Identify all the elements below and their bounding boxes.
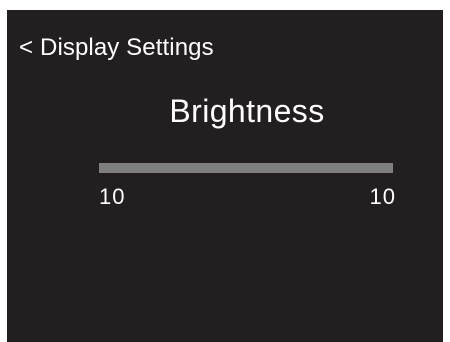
settings-screen: < Display Settings Brightness 10 10 — [7, 10, 443, 342]
slider-min-value: 10 — [99, 184, 126, 209]
brightness-slider-fill — [99, 163, 393, 173]
back-label: Display Settings — [40, 34, 214, 61]
brightness-slider[interactable] — [99, 163, 393, 173]
back-button[interactable]: < Display Settings — [19, 32, 214, 64]
slider-max-value: 10 — [369, 184, 396, 209]
chevron-left-icon: < — [19, 34, 34, 61]
page-title: Brightness — [169, 93, 325, 129]
